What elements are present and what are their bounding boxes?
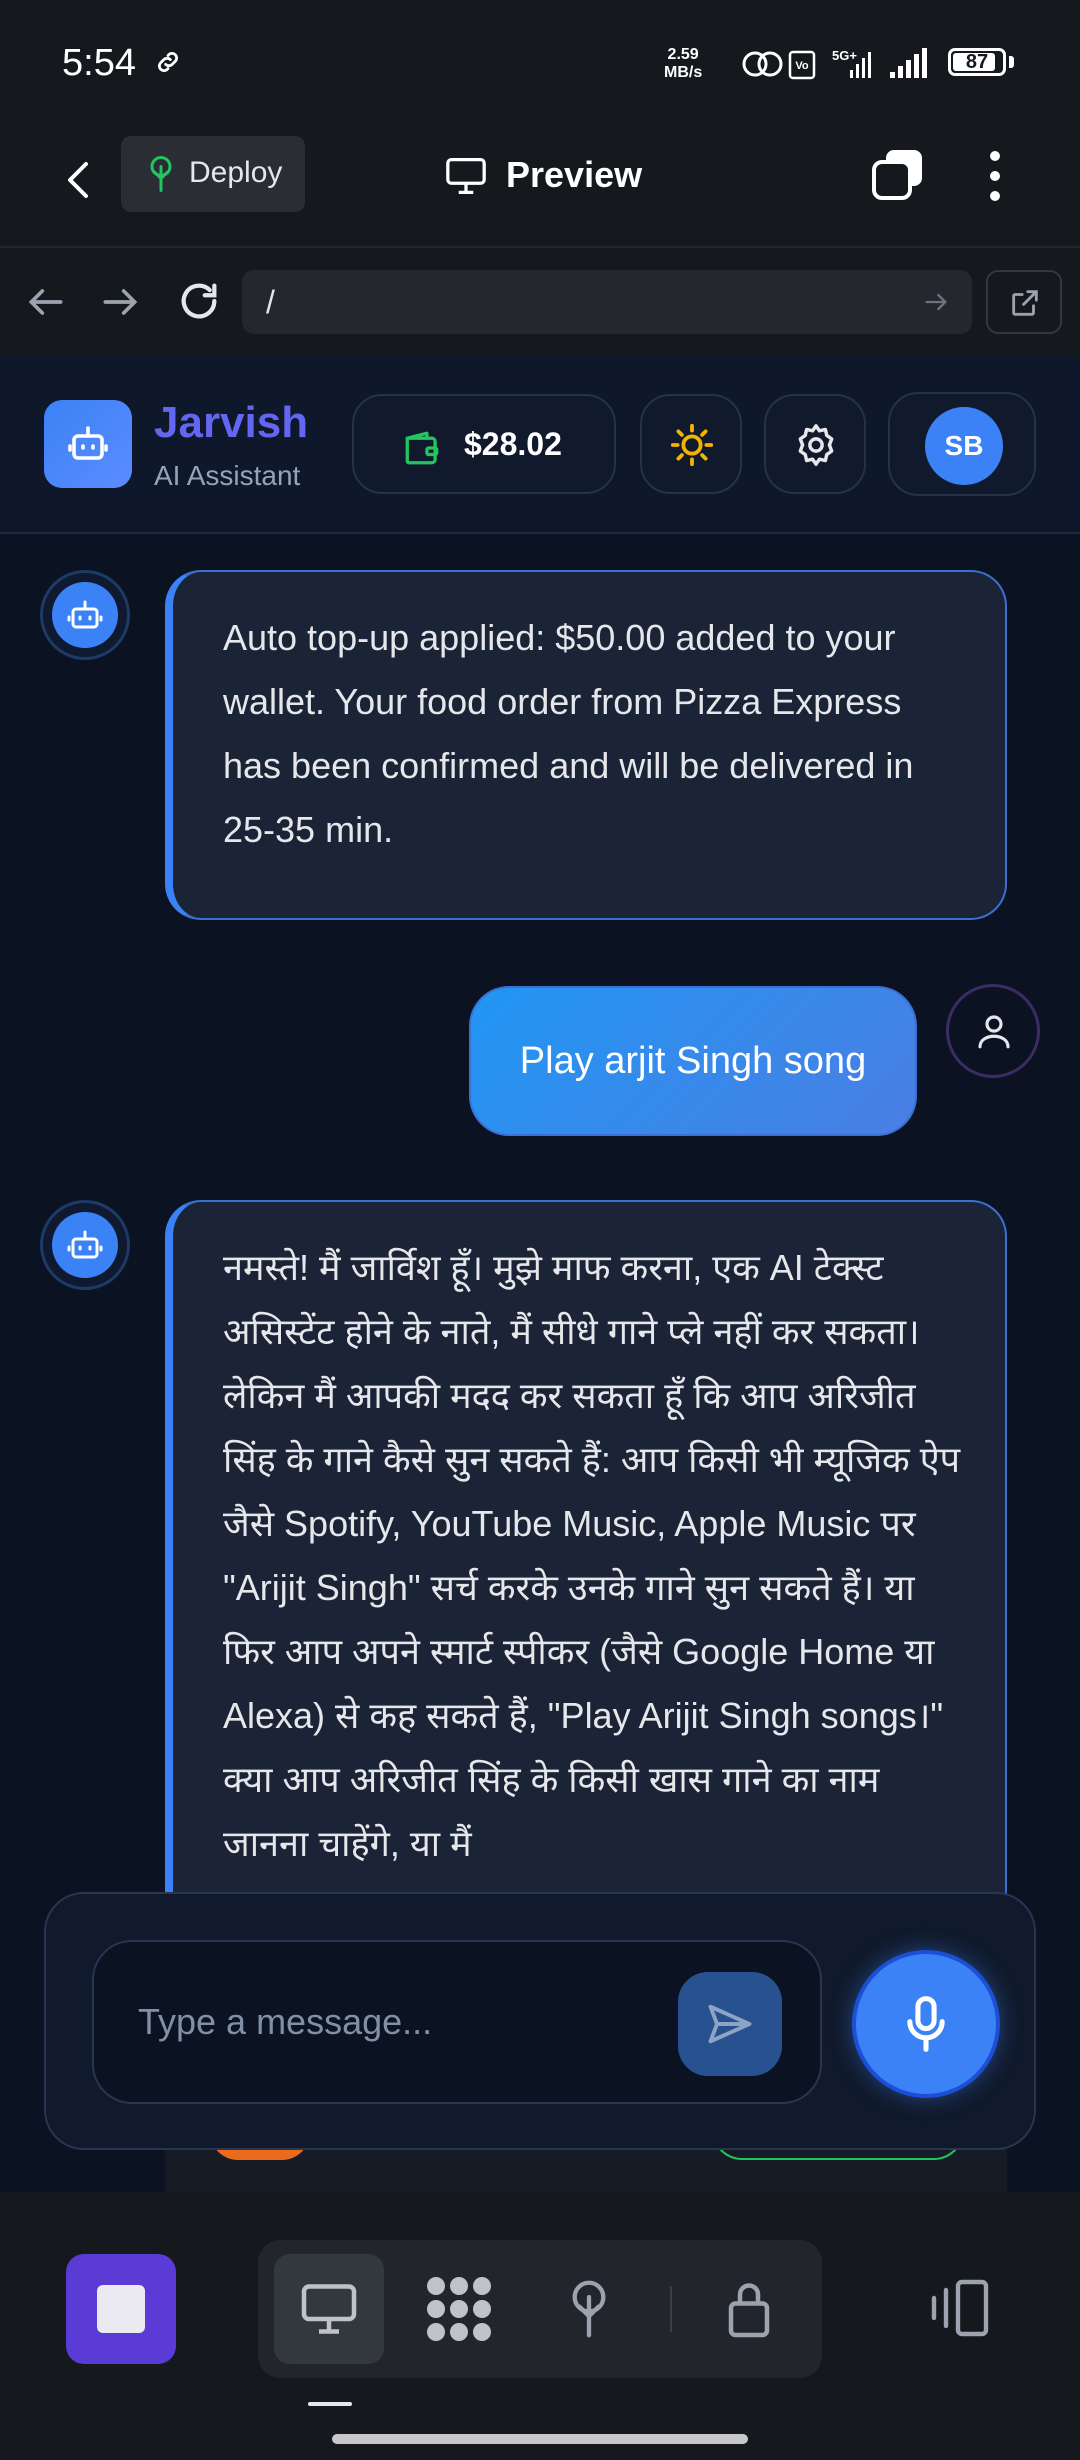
assistant-message: Auto top-up applied: $50.00 added to you… (165, 570, 1007, 920)
battery-cap (1009, 56, 1014, 68)
user-icon (973, 1009, 1015, 1053)
user-avatar (946, 984, 1040, 1078)
status-time: 5:54 (62, 42, 136, 84)
tree-icon (560, 2278, 618, 2340)
network-speed: 2.59 MB/s (664, 46, 702, 82)
more-vertical-icon (990, 151, 1000, 201)
active-indicator (308, 2402, 352, 2406)
theme-toggle-button[interactable] (640, 394, 742, 494)
app-subtitle: AI Assistant (154, 460, 301, 491)
robot-icon (52, 1212, 118, 1278)
browser-back-button[interactable] (24, 280, 68, 324)
tabs-button[interactable] (868, 146, 928, 206)
profile-button[interactable]: SB (888, 392, 1036, 496)
message-composer (44, 1892, 1036, 2150)
lock-icon (722, 2276, 776, 2340)
deploy-tool-button[interactable] (534, 2254, 644, 2364)
wallet-balance: $28.02 (464, 426, 562, 462)
signal-icon-2 (890, 48, 927, 78)
reload-button[interactable] (176, 278, 222, 324)
settings-button[interactable] (764, 394, 866, 494)
external-link-icon (1008, 286, 1042, 320)
send-button[interactable] (678, 1972, 782, 2076)
hotspot-icon (742, 51, 783, 77)
tree-icon (143, 154, 179, 194)
app-logo (44, 400, 132, 488)
assistant-avatar (40, 570, 130, 660)
robot-icon (52, 582, 118, 648)
more-button[interactable] (980, 146, 1010, 206)
desktop-view-button[interactable] (274, 2254, 384, 2364)
url-bar[interactable]: / (242, 270, 972, 334)
app-topbar: Jarvish AI Assistant $28.02 SB (0, 356, 1080, 534)
deploy-label: Deploy (189, 156, 283, 189)
svg-text:5G+: 5G+ (832, 48, 857, 63)
arrow-left-icon (28, 289, 63, 315)
sun-icon (669, 422, 715, 468)
battery-icon: 87 (948, 48, 1006, 76)
assistant-avatar (40, 1200, 130, 1290)
tool-group (258, 2240, 822, 2378)
app-name: Jarvish (154, 398, 309, 447)
network-speed-unit: MB/s (664, 64, 703, 81)
apps-button[interactable] (404, 2254, 514, 2364)
user-message: Play arjit Singh song (469, 986, 917, 1136)
devices-button[interactable] (906, 2254, 1016, 2364)
battery-level: 87 (965, 51, 989, 73)
back-arrow-icon (68, 162, 88, 198)
wallet-icon (402, 430, 442, 466)
divider (670, 2286, 672, 2332)
monitor-icon (299, 2281, 359, 2337)
microphone-icon (898, 1994, 954, 2054)
apps-grid-icon (424, 2274, 494, 2344)
page-title: Preview (506, 154, 643, 195)
wallet-button[interactable]: $28.02 (352, 394, 616, 494)
browser-forward-button[interactable] (98, 280, 142, 324)
devices-icon (926, 2276, 994, 2340)
monitor-icon (444, 156, 488, 196)
send-icon (704, 1998, 756, 2050)
back-button[interactable] (50, 150, 110, 210)
avatar: SB (925, 407, 1003, 485)
url-text: / (266, 284, 275, 320)
tabs-icon (872, 150, 922, 200)
svg-text:Vo: Vo (795, 60, 809, 72)
link-icon (154, 48, 182, 76)
open-external-button[interactable] (986, 270, 1062, 334)
arrow-right-icon (103, 289, 138, 315)
mic-button[interactable] (856, 1954, 996, 2094)
reload-icon (181, 283, 217, 319)
lock-button[interactable] (694, 2254, 804, 2364)
stop-button[interactable] (66, 2254, 176, 2364)
status-icons: Vo 5G+ (740, 44, 940, 84)
stop-icon (97, 2285, 145, 2333)
network-speed-value: 2.59 (667, 46, 699, 63)
gear-icon (793, 422, 839, 468)
deploy-button[interactable]: Deploy (121, 136, 305, 212)
robot-icon (64, 420, 112, 468)
home-indicator[interactable] (332, 2434, 748, 2444)
go-icon[interactable] (922, 288, 950, 316)
